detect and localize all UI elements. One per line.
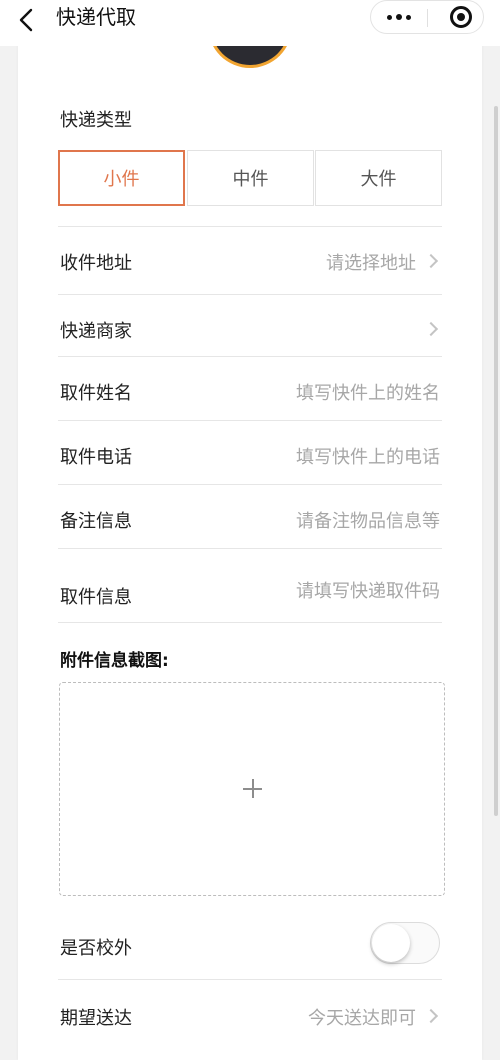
chevron-right-icon <box>423 253 439 269</box>
size-option-medium[interactable]: 中件 <box>187 150 314 206</box>
divider <box>58 622 442 623</box>
name-row: 取件姓名 填写快件上的姓名 <box>58 356 442 420</box>
remark-label: 备注信息 <box>60 511 132 532</box>
name-label: 取件姓名 <box>60 383 132 404</box>
eta-row[interactable]: 期望送达 今天送达即可 <box>58 979 442 1043</box>
target-circle-icon[interactable] <box>450 6 472 28</box>
plus-icon <box>243 779 263 799</box>
pickup-row: 取件信息 请填写快递取件码 <box>58 548 442 622</box>
address-label: 收件地址 <box>60 253 132 274</box>
size-selector: 小件 中件 大件 <box>58 150 442 206</box>
merchant-label: 快递商家 <box>60 321 132 342</box>
pickup-input[interactable]: 请填写快递取件码 <box>296 577 440 603</box>
express-type-label: 快递类型 <box>60 110 132 131</box>
name-input[interactable]: 填写快件上的姓名 <box>296 379 440 405</box>
off-campus-row: 是否校外 <box>58 920 442 978</box>
back-chevron-icon[interactable] <box>14 6 42 34</box>
chevron-right-icon <box>423 1008 439 1024</box>
remark-row: 备注信息 请备注物品信息等 <box>58 484 442 548</box>
phone-row: 取件电话 填写快件上的电话 <box>58 420 442 484</box>
off-campus-label: 是否校外 <box>60 938 132 959</box>
remark-input[interactable]: 请备注物品信息等 <box>296 507 440 533</box>
capsule-divider <box>427 9 428 27</box>
address-placeholder: 请选择地址 <box>326 253 416 274</box>
more-dots-icon[interactable] <box>371 1 427 33</box>
size-option-small[interactable]: 小件 <box>58 150 185 206</box>
pickup-label: 取件信息 <box>60 587 132 608</box>
scrollbar[interactable] <box>494 106 498 816</box>
nav-bar: 快递代取 <box>0 0 500 46</box>
eta-label: 期望送达 <box>60 1008 132 1029</box>
chevron-right-icon <box>423 321 439 337</box>
page-title: 快递代取 <box>56 5 136 29</box>
size-option-large[interactable]: 大件 <box>315 150 442 206</box>
eta-value: 今天送达即可 <box>308 1008 416 1029</box>
phone-input[interactable]: 填写快件上的电话 <box>296 443 440 469</box>
address-row[interactable]: 收件地址 请选择地址 <box>58 226 442 294</box>
phone-label: 取件电话 <box>60 447 132 468</box>
mini-program-capsule <box>370 0 484 34</box>
image-upload-area[interactable] <box>59 682 445 896</box>
attachment-label: 附件信息截图: <box>60 651 169 671</box>
merchant-row[interactable]: 快递商家 <box>58 294 442 356</box>
off-campus-toggle[interactable] <box>370 922 440 964</box>
toggle-knob <box>372 924 410 962</box>
